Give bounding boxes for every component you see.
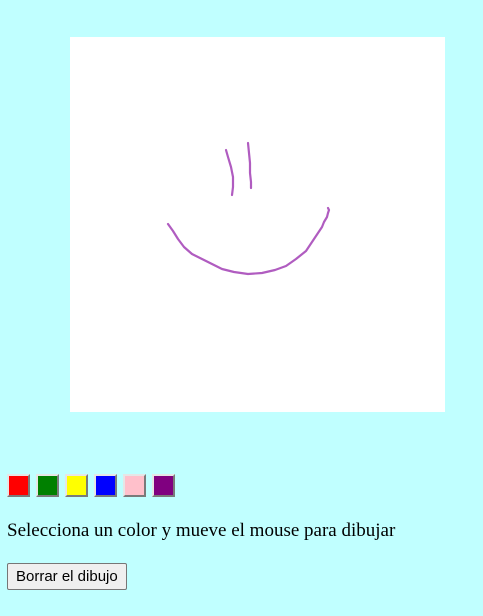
drawn-stroke — [166, 206, 331, 276]
drawing-strokes — [166, 141, 331, 276]
color-swatch-pink[interactable] — [123, 474, 146, 497]
color-swatch-yellow[interactable] — [65, 474, 88, 497]
color-swatch-blue[interactable] — [94, 474, 117, 497]
color-swatch-green[interactable] — [36, 474, 59, 497]
color-palette — [7, 474, 175, 497]
drawn-stroke — [224, 148, 235, 197]
clear-drawing-button[interactable]: Borrar el dibujo — [7, 563, 127, 590]
color-swatch-purple[interactable] — [152, 474, 175, 497]
instruction-text: Selecciona un color y mueve el mouse par… — [7, 520, 396, 541]
drawing-canvas[interactable] — [70, 37, 445, 412]
color-swatch-red[interactable] — [7, 474, 30, 497]
drawn-stroke — [246, 141, 253, 190]
